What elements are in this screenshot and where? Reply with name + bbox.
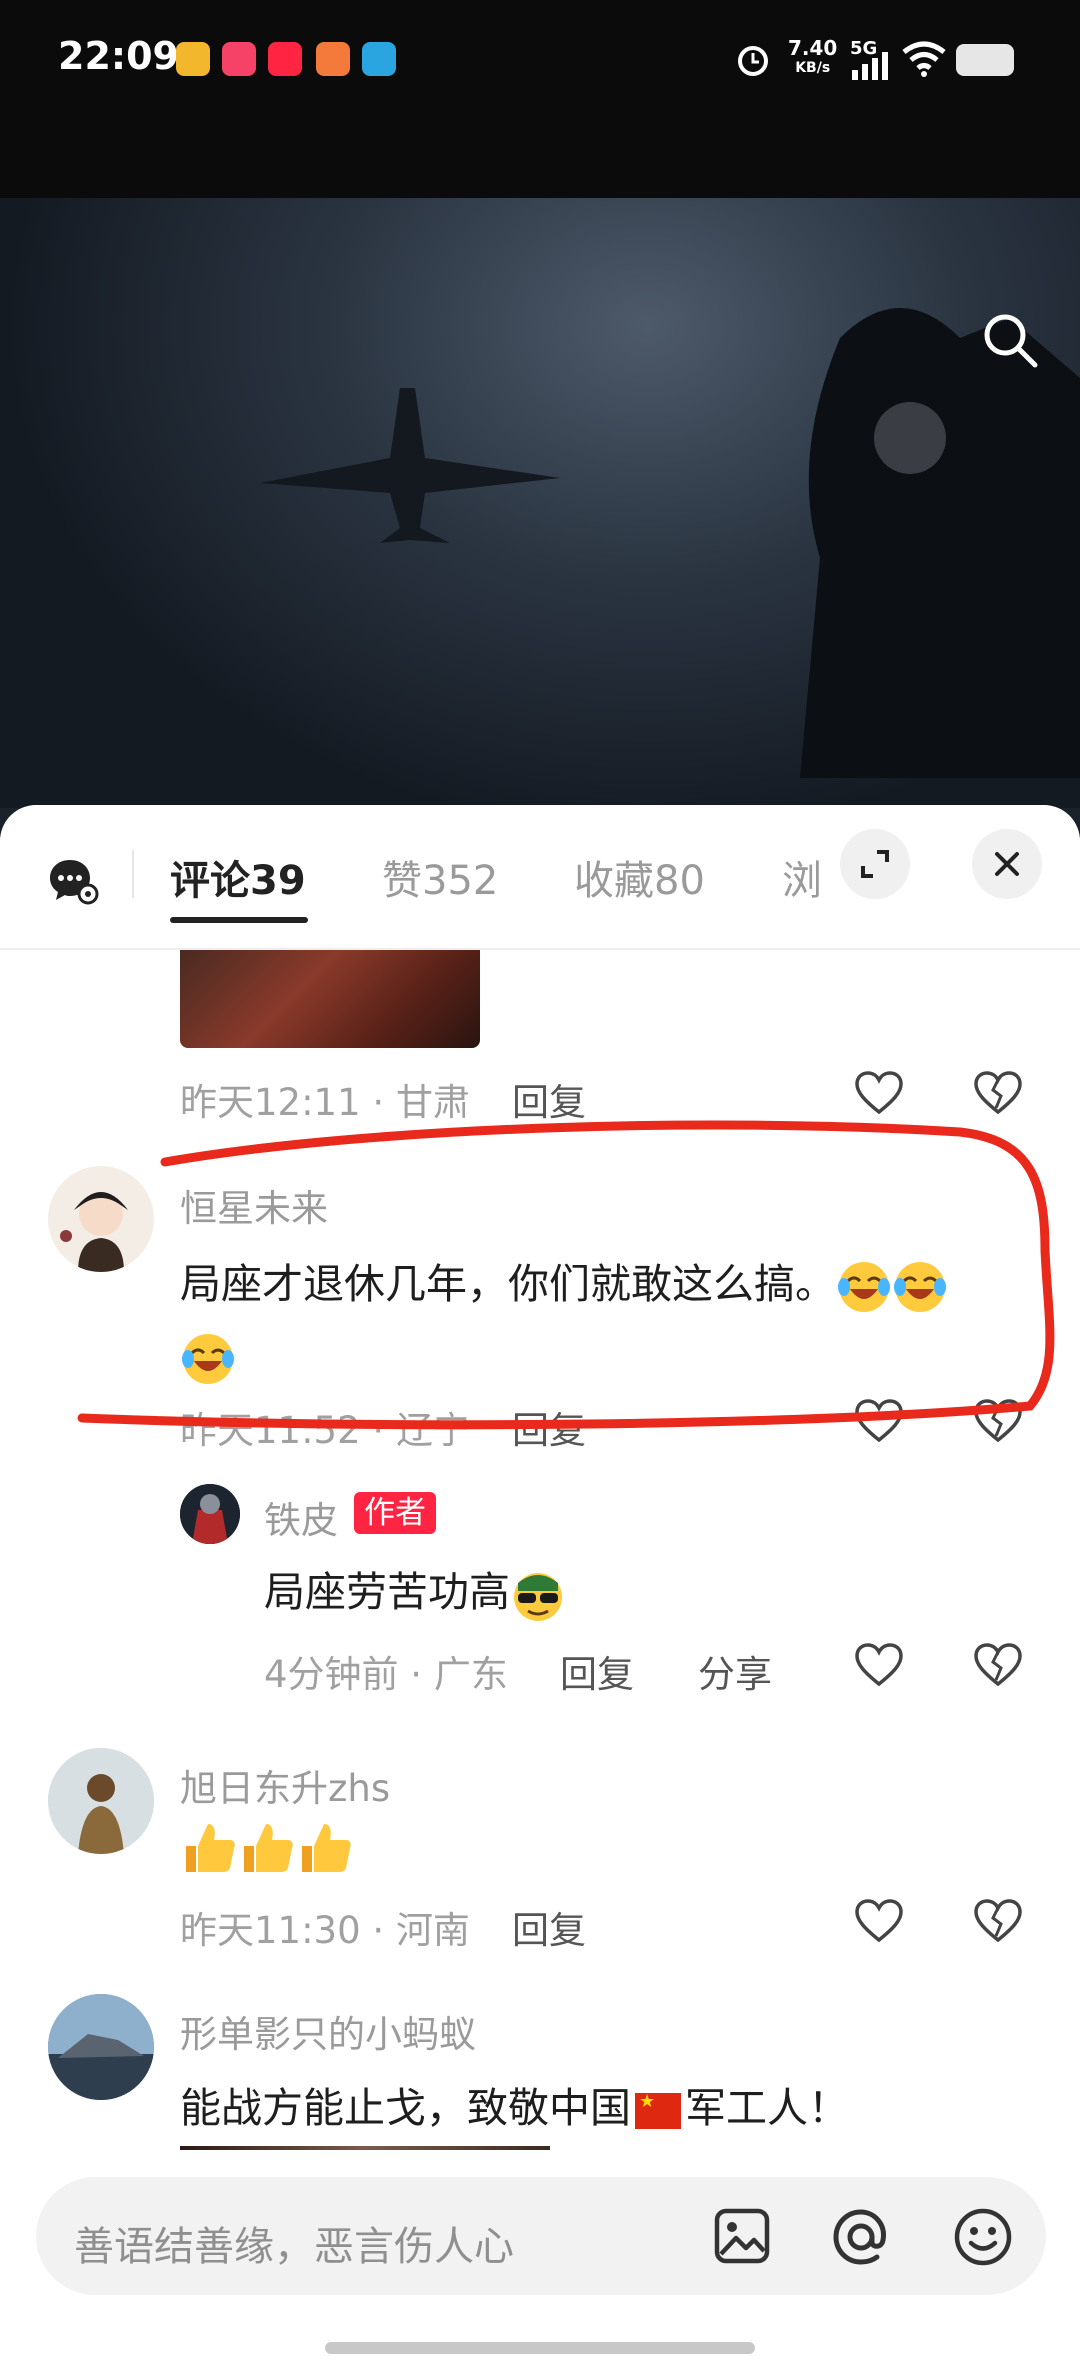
avatar[interactable] — [48, 1748, 154, 1854]
cool-sunglasses-emoji-icon — [514, 1573, 562, 1621]
avatar-illustration — [48, 1994, 154, 2100]
expand-button[interactable] — [840, 829, 910, 899]
comment-text — [180, 1818, 354, 1876]
search-icon[interactable] — [980, 310, 1040, 370]
china-flag-icon — [635, 2091, 681, 2129]
comment-text: 能战方能止戈，致敬中国军工人！ — [180, 2074, 849, 2134]
comment-settings-icon[interactable] — [48, 856, 100, 906]
wifi-icon — [902, 41, 946, 77]
emoji-icon[interactable] — [952, 2206, 1014, 2268]
tab-likes[interactable]: 赞352 — [382, 848, 498, 906]
tab-separator — [132, 850, 134, 898]
battery-icon — [956, 44, 1014, 76]
tab-comments[interactable]: 评论39 — [170, 848, 306, 906]
dislike-heart-icon[interactable] — [973, 1642, 1023, 1688]
close-icon — [995, 852, 1019, 876]
reply-meta: 4分钟前 · 广东 — [264, 1653, 508, 1696]
mention-icon[interactable] — [830, 2206, 892, 2268]
xiaohongshu-icon — [268, 42, 302, 76]
reply-text: 局座劳苦功高 — [264, 1558, 566, 1623]
bilibili-icon — [316, 42, 350, 76]
like-heart-icon[interactable] — [854, 1642, 904, 1688]
taobao-icon — [222, 42, 256, 76]
reply-button[interactable]: 回复 — [512, 1900, 586, 1954]
comment-image[interactable] — [180, 950, 480, 1048]
thumbs-up-emoji-icon — [302, 1824, 351, 1872]
author-badge: 作者 — [354, 1492, 436, 1534]
thumbs-up-emoji-icon — [186, 1824, 235, 1872]
like-heart-icon[interactable] — [854, 1898, 904, 1944]
avatar[interactable] — [180, 1484, 240, 1544]
net-speed: 7.40 KB/s — [788, 36, 838, 76]
reply-button[interactable]: 回复 — [560, 1644, 634, 1698]
avatar-illustration — [48, 1748, 154, 1854]
reply-author[interactable]: 铁皮 — [264, 1490, 338, 1544]
header-divider — [0, 948, 1080, 950]
comment-meta: 昨天11:30 · 河南 — [180, 1909, 470, 1952]
avatar[interactable] — [48, 1994, 154, 2100]
tab-underline — [170, 917, 308, 923]
telegram-icon — [362, 42, 396, 76]
share-button[interactable]: 分享 — [698, 1644, 772, 1698]
image-icon[interactable] — [712, 2206, 772, 2266]
status-time: 22:09 — [58, 34, 179, 78]
comment-input-placeholder: 善语结善缘，恶言伤人心 — [74, 2224, 514, 2270]
dislike-heart-icon[interactable] — [973, 1898, 1023, 1944]
status-bar — [0, 0, 1080, 200]
alarm-icon — [738, 46, 768, 76]
comment-author[interactable]: 旭日东升zhs — [180, 1758, 390, 1812]
thumbs-up-emoji-icon — [244, 1824, 293, 1872]
close-button[interactable] — [972, 829, 1042, 899]
tab-views[interactable]: 浏 — [782, 848, 824, 906]
video-player[interactable] — [0, 198, 1080, 838]
fighter-jet-graphic — [260, 388, 560, 543]
signal-icon — [852, 52, 888, 80]
home-indicator[interactable] — [325, 2342, 755, 2354]
red-highlight-annotation — [77, 1120, 1055, 1430]
comment-author[interactable]: 形单影只的小蚂蚁 — [180, 2004, 476, 2058]
expand-icon — [861, 850, 889, 878]
tab-favorites[interactable]: 收藏80 — [574, 848, 705, 906]
avatar-illustration — [180, 1484, 240, 1544]
weibo-icon — [176, 42, 210, 76]
